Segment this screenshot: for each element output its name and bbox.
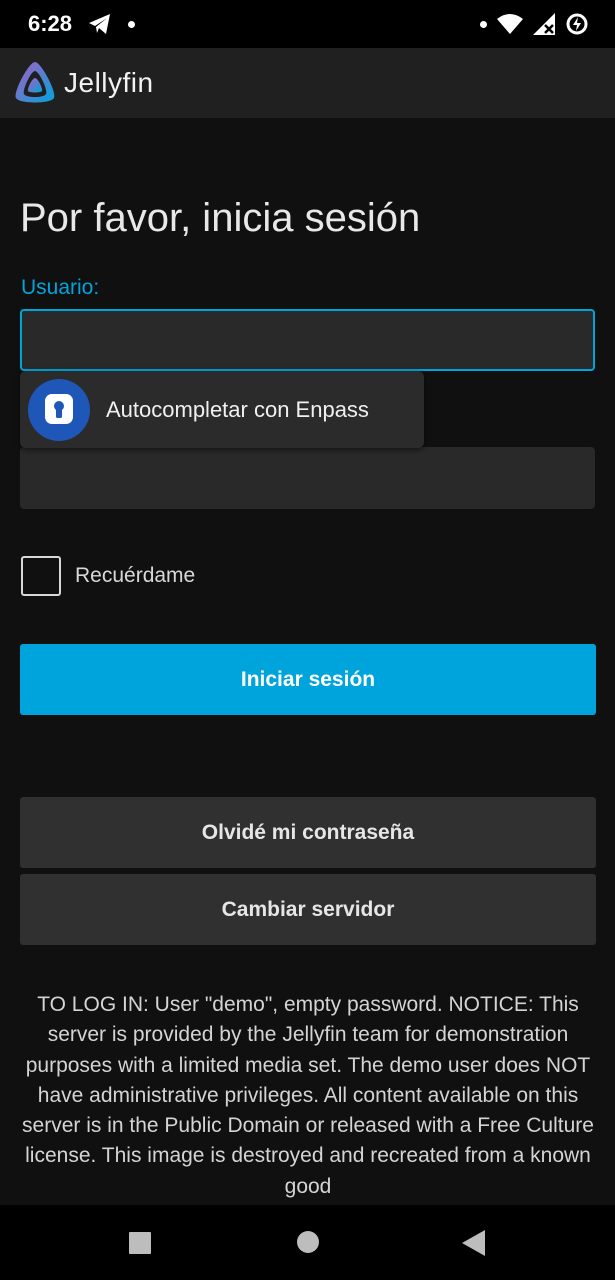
autofill-label: Autocompletar con Enpass [106, 396, 369, 422]
login-disclaimer: TO LOG IN: User "demo", empty password. … [22, 993, 594, 1198]
app-bar: Jellyfin [0, 48, 615, 118]
status-bar: 6:28 [0, 0, 615, 48]
login-button[interactable]: Iniciar sesión [20, 644, 596, 715]
wifi-icon [497, 14, 523, 34]
notification-dot-icon [128, 20, 136, 28]
status-time: 6:28 [28, 11, 73, 36]
forgot-password-button[interactable]: Olvidé mi contraseña [20, 797, 596, 868]
recents-square-icon[interactable] [128, 1231, 152, 1255]
username-label: Usuario: [21, 276, 100, 299]
back-triangle-icon[interactable] [461, 1229, 487, 1257]
notification-dot-icon [480, 20, 487, 28]
autofill-suggestion[interactable]: Autocompletar con Enpass [20, 371, 424, 448]
page-title: Por favor, inicia sesión [20, 196, 421, 240]
jellyfin-logo-icon[interactable] [12, 60, 58, 106]
battery-saver-icon [566, 13, 588, 35]
telegram-icon [89, 14, 111, 34]
signal-no-data-icon [533, 13, 555, 35]
username-input[interactable] [20, 309, 595, 371]
remember-me-label[interactable]: Recuérdame [75, 564, 195, 588]
navigation-bar [0, 1205, 615, 1280]
remember-me-checkbox[interactable] [21, 556, 61, 596]
home-circle-icon[interactable] [296, 1230, 320, 1254]
password-input[interactable] [20, 447, 595, 509]
change-server-button[interactable]: Cambiar servidor [20, 874, 596, 945]
enpass-keyhole-icon [28, 378, 90, 441]
app-title: Jellyfin [64, 67, 154, 98]
